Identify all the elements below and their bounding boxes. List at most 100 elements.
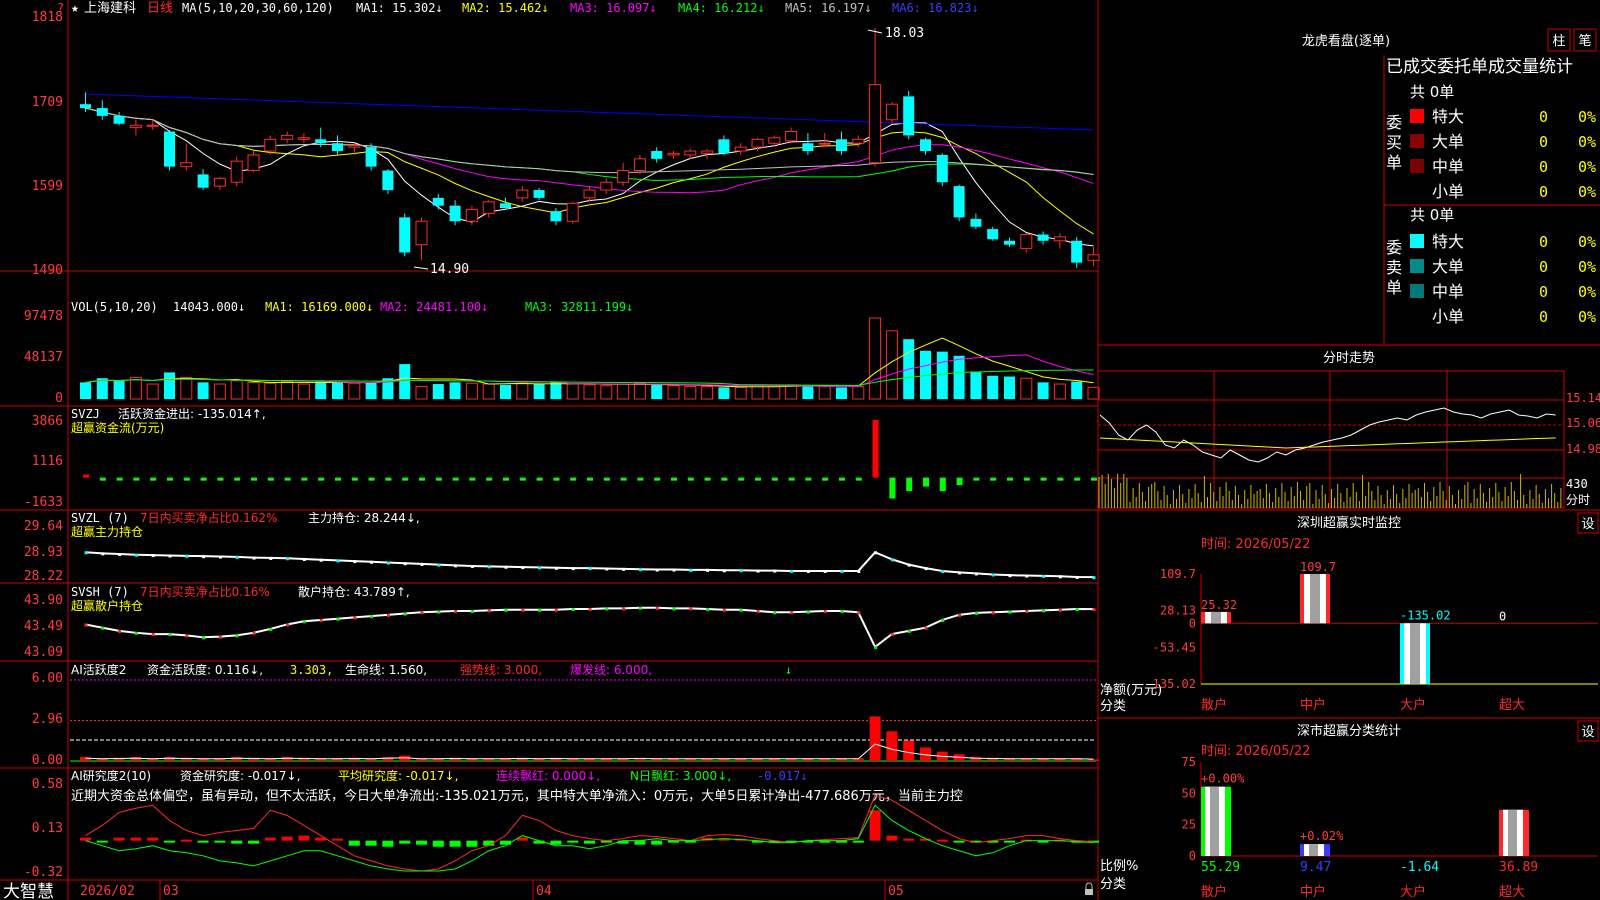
holding-point: [218, 555, 222, 559]
classify-category: 大户: [1400, 884, 1426, 900]
holding-point: [1025, 574, 1029, 578]
candle-body: [297, 137, 310, 140]
ai1-bar: [1088, 759, 1099, 761]
ai1-title: AI活跃度2: [71, 662, 126, 677]
ai2-bar: [332, 838, 343, 841]
svzl-sub: 超赢主力持仓: [71, 524, 143, 539]
ai2-bar: [432, 840, 444, 847]
holding-point: [907, 563, 911, 567]
volume-bar: [583, 384, 596, 400]
swatch: [1410, 134, 1424, 148]
svzj-bar: [1091, 477, 1097, 481]
ai2-title: AI研究度2(10): [71, 768, 151, 783]
svsh-y-axis: 43.90 43.49 43.09: [24, 593, 63, 660]
high-label: 18.03: [885, 26, 924, 41]
svzj-bar: [587, 477, 593, 481]
ai2-bar: [567, 840, 579, 843]
row-pct: 0%: [1578, 133, 1596, 151]
classify-settings-button[interactable]: 设: [1577, 720, 1599, 742]
period-label[interactable]: 日线: [147, 1, 173, 16]
date-tick: 04: [536, 884, 552, 899]
volume-bar: [768, 386, 781, 400]
svzj-bar: [603, 477, 610, 481]
stock-name[interactable]: 上海建科: [84, 1, 136, 16]
monitor-settings-button[interactable]: 设: [1577, 512, 1599, 534]
holding-point: [118, 553, 122, 557]
volume-bar: [667, 385, 680, 400]
svzj-bar: [536, 477, 543, 481]
holding-point: [655, 568, 659, 572]
ai2-bar: [231, 840, 243, 844]
brand-logo[interactable]: 大智慧: [3, 882, 54, 900]
candle-body: [164, 131, 175, 167]
svg-text:柱: 柱: [1552, 34, 1565, 49]
svzj-bar: [1023, 477, 1030, 481]
star-icon[interactable]: ★: [71, 1, 79, 16]
ai1-arrow: ↓: [785, 663, 792, 677]
svzj-bar: [267, 477, 274, 481]
volume-bar: [533, 384, 545, 399]
candle-body: [566, 202, 579, 222]
ma4-label: MA4: 16.212↓: [678, 1, 765, 15]
svzj-bar: [671, 477, 677, 481]
holding-point: [672, 568, 676, 572]
volume-bar: [802, 385, 814, 399]
row-value: 0: [1539, 108, 1548, 126]
bar-mode-button[interactable]: 柱: [1547, 28, 1571, 52]
holding-point: [521, 608, 525, 612]
tick-mode-button[interactable]: 笔: [1573, 28, 1597, 52]
holding-point: [470, 565, 474, 569]
holding-point: [655, 606, 659, 610]
y-tick: 1490: [32, 263, 63, 278]
holding-point: [84, 551, 88, 555]
ma5-label: MA5: 16.197↓: [785, 1, 872, 15]
y-tick: 1818: [32, 10, 63, 25]
classify-value-label: -1.64: [1400, 860, 1439, 875]
holding-point: [185, 554, 189, 558]
svzj-bar: [486, 477, 493, 481]
y-tick: 1599: [32, 179, 63, 194]
ai2-note: 近期大资金总体偏空，虽有异动，但不太活跃，今日大单净流出:-135.021万元，…: [71, 788, 963, 804]
low-label: 14.90: [430, 262, 469, 277]
holding-point: [857, 611, 861, 615]
y-tick: 43.09: [24, 645, 63, 660]
holding-point: [302, 620, 306, 624]
volume-bar: [633, 382, 646, 400]
ai1-bar: [130, 756, 142, 761]
holding-point: [874, 551, 878, 555]
row-label: 大单: [1432, 132, 1464, 151]
holding-point: [319, 558, 323, 562]
ai2-bar: [886, 835, 898, 841]
svzj-bar: [1040, 477, 1047, 481]
candle-body: [550, 211, 562, 222]
holding-point: [1042, 574, 1046, 578]
holding-point: [571, 567, 575, 571]
vol-ma1: MA1: 16169.000↓: [265, 300, 373, 314]
vol-value: 14043.000↓: [173, 300, 245, 314]
candle-body: [1053, 236, 1066, 242]
svzj-bar: [503, 477, 509, 481]
swatch: [1410, 109, 1424, 123]
holding-point: [991, 611, 995, 615]
candle-body: [449, 205, 461, 222]
holding-point: [1008, 610, 1012, 614]
svzj-bar: [771, 477, 778, 481]
y-tick: 28.22: [24, 569, 63, 584]
svzj-bar: [990, 477, 997, 481]
holding-point: [554, 566, 558, 570]
holding-point: [538, 608, 542, 612]
stock-chart-canvas[interactable]: ★ 上海建科 日线 MA(5,10,20,30,60,120) MA1: 15.…: [0, 0, 1600, 900]
holding-point: [504, 608, 508, 612]
svzl-title: SVZL (7): [71, 511, 129, 525]
ai2-bar: [651, 840, 663, 845]
holding-point: [101, 552, 105, 556]
classify-y-tick: 50: [1182, 786, 1196, 800]
holding-point: [370, 615, 374, 619]
candle-body: [768, 137, 781, 144]
volume-bar: [365, 382, 377, 399]
y-tick: -0.32: [24, 865, 63, 880]
candle-body: [751, 138, 764, 148]
volume-bar: [297, 383, 310, 400]
ai1-label5: 爆发线: 6.000,: [570, 662, 652, 677]
svsh-sub: 超赢散户持仓: [71, 598, 143, 613]
